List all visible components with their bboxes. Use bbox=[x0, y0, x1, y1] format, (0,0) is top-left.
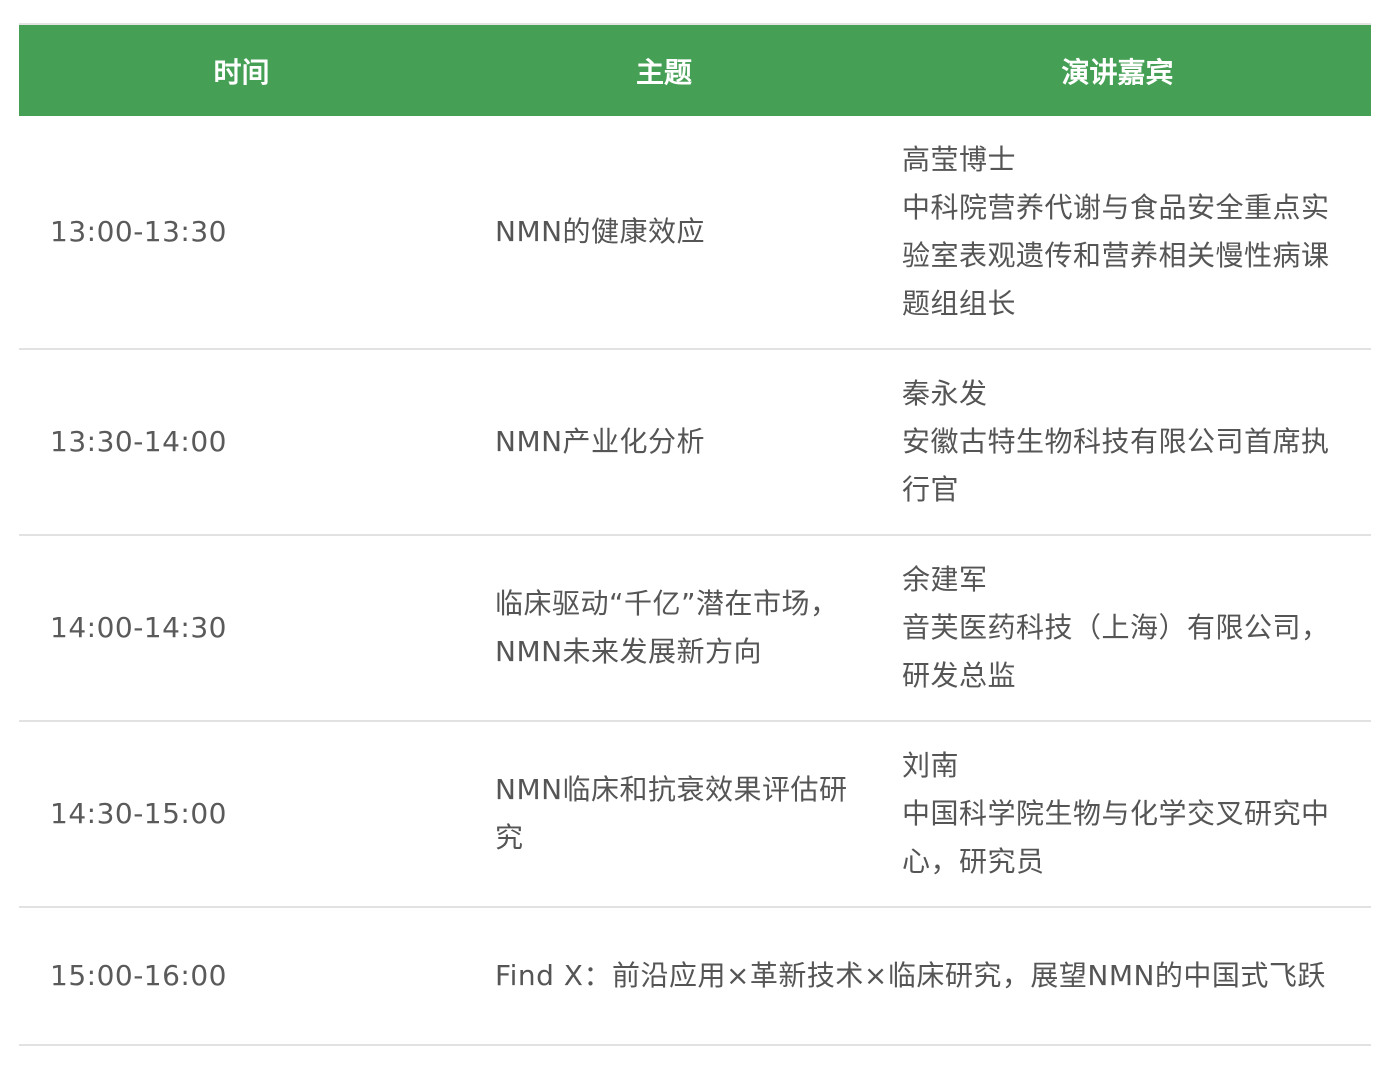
header-time: 时间 bbox=[213, 55, 270, 89]
speaker-title: 音芙医药科技（上海）有限公司，研发总监 bbox=[902, 611, 1330, 692]
speaker-title: 中科院营养代谢与食品安全重点实验室表观遗传和营养相关慢性病课题组组长 bbox=[902, 191, 1330, 320]
topic-cell: NMN产业化分析 bbox=[495, 425, 706, 458]
schedule-table: 时间 主题 演讲嘉宾 13:00-13:30 NMN的健康效应 高莹博士 中科院… bbox=[19, 23, 1371, 1046]
time-cell: 13:00-13:30 bbox=[50, 215, 227, 248]
topic-cell: 临床驱动“千亿”潜在市场，NMN未来发展新方向 bbox=[495, 587, 839, 668]
header-topic: 主题 bbox=[635, 55, 692, 89]
speaker-title: 安徽古特生物科技有限公司首席执行官 bbox=[902, 425, 1330, 506]
table-row: 15:00-16:00 Find X：前沿应用×革新技术×临床研究，展望NMN的… bbox=[19, 908, 1371, 1046]
speaker-cell: 余建军 音芙医药科技（上海）有限公司，研发总监 bbox=[902, 536, 1371, 720]
time-cell: 15:00-16:00 bbox=[50, 959, 227, 992]
time-cell: 13:30-14:00 bbox=[50, 425, 227, 458]
table-row: 14:00-14:30 临床驱动“千亿”潜在市场，NMN未来发展新方向 余建军 … bbox=[19, 536, 1371, 722]
speaker-title: 中国科学院生物与化学交叉研究中心，研究员 bbox=[902, 797, 1330, 878]
speaker-cell: 秦永发 安徽古特生物科技有限公司首席执行官 bbox=[902, 350, 1371, 534]
speaker-name: 高莹博士 bbox=[902, 143, 1017, 176]
speaker-name: 余建军 bbox=[902, 563, 988, 596]
table-row: 13:00-13:30 NMN的健康效应 高莹博士 中科院营养代谢与食品安全重点… bbox=[19, 116, 1371, 350]
table-row: 14:30-15:00 NMN临床和抗衰效果评估研究 刘南 中国科学院生物与化学… bbox=[19, 722, 1371, 908]
table-row: 13:30-14:00 NMN产业化分析 秦永发 安徽古特生物科技有限公司首席执… bbox=[19, 350, 1371, 536]
speaker-cell: 刘南 中国科学院生物与化学交叉研究中心，研究员 bbox=[902, 722, 1371, 906]
table-header: 时间 主题 演讲嘉宾 bbox=[19, 25, 1371, 116]
time-cell: 14:00-14:30 bbox=[50, 611, 227, 644]
header-speaker: 演讲嘉宾 bbox=[1061, 55, 1174, 89]
topic-cell: NMN的健康效应 bbox=[495, 215, 706, 248]
speaker-cell: 高莹博士 中科院营养代谢与食品安全重点实验室表观遗传和营养相关慢性病课题组组长 bbox=[902, 116, 1371, 348]
time-cell: 14:30-15:00 bbox=[50, 797, 227, 830]
topic-cell: Find X：前沿应用×革新技术×临床研究，展望NMN的中国式飞跃 bbox=[495, 959, 1326, 992]
speaker-name: 秦永发 bbox=[902, 377, 988, 410]
speaker-name: 刘南 bbox=[902, 749, 960, 782]
topic-cell: NMN临床和抗衰效果评估研究 bbox=[495, 773, 848, 854]
